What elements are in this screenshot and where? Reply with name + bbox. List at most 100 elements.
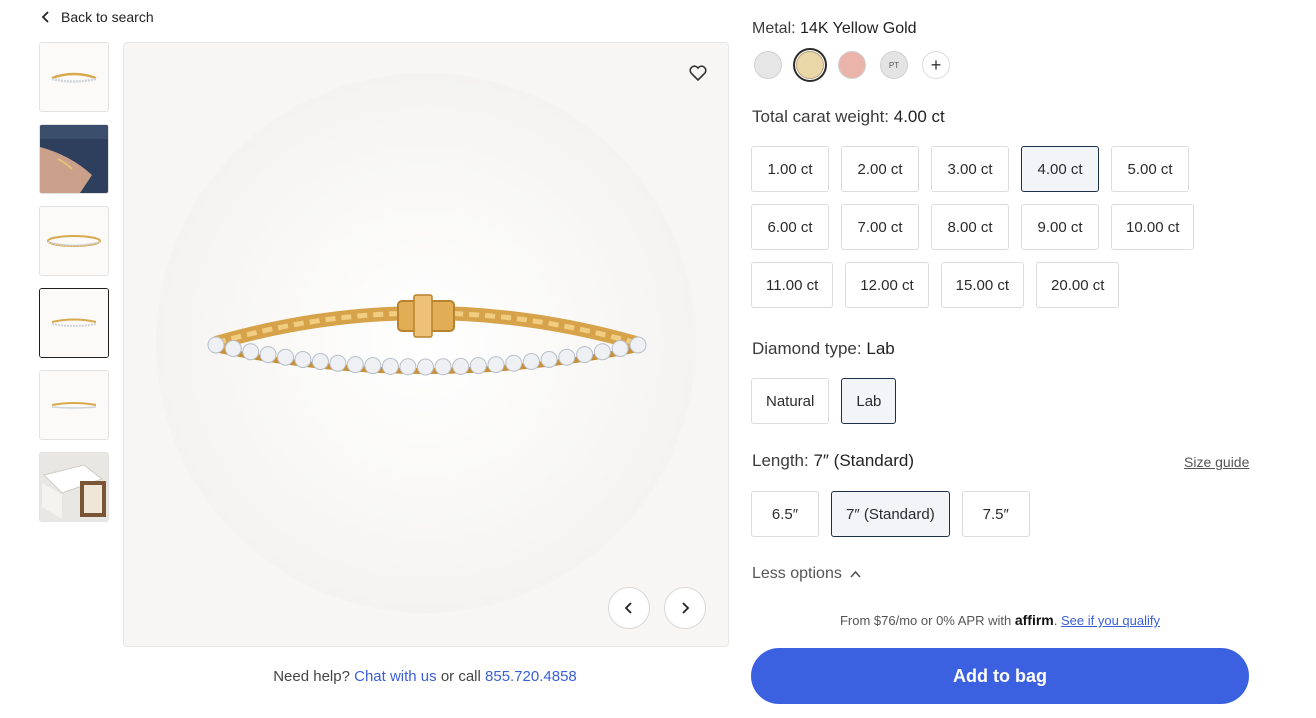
- diamond-type-option-1[interactable]: Natural: [751, 378, 830, 424]
- carat-option-12[interactable]: 12.00 ct: [845, 262, 929, 308]
- platinum-label: PT: [888, 60, 900, 70]
- metal-label: Metal:: [752, 20, 796, 37]
- thumbnail-3[interactable]: [39, 206, 109, 276]
- chevron-left-icon: [41, 11, 49, 23]
- plus-icon: +: [930, 54, 942, 75]
- diamond-stone: [487, 356, 505, 374]
- carat-option-7[interactable]: 7.00 ct: [841, 204, 919, 250]
- diamond-stone: [629, 336, 647, 354]
- thumbnail-list: [39, 42, 109, 534]
- diamond-stone: [207, 336, 225, 354]
- thumbnail-5[interactable]: [39, 370, 109, 440]
- diamond-stone: [277, 348, 294, 366]
- qualify-link[interactable]: See if you qualify: [1061, 613, 1160, 628]
- less-options-label: Less options: [752, 565, 842, 582]
- carat-option-14[interactable]: 20.00 ct: [1036, 262, 1120, 308]
- gift-box-thumbnail-image: [40, 453, 108, 521]
- chevron-right-icon: [682, 602, 690, 614]
- length-option-2[interactable]: 7″ (Standard): [831, 491, 950, 537]
- diamond-stone: [505, 354, 523, 372]
- diamond-stone: [311, 353, 329, 370]
- carat-option-13[interactable]: 15.00 ct: [940, 262, 1025, 308]
- financing-line: From $76/mo or 0% APR with affirm. See i…: [839, 612, 1160, 628]
- bracelet-angle-thumbnail-image: [40, 207, 108, 275]
- bracelet-thumbnail-image: [40, 43, 108, 111]
- bracelet-image: [156, 73, 696, 613]
- carat-option-3[interactable]: 3.00 ct: [931, 146, 1009, 192]
- carat-option-5[interactable]: 5.00 ct: [1111, 146, 1189, 192]
- length-heading: Length: 7″ (Standard): [752, 451, 914, 471]
- bracelet-thumbnail-image: [40, 289, 108, 357]
- add-to-bag-button[interactable]: Add to bag: [751, 648, 1249, 704]
- diamond-stone: [576, 346, 594, 364]
- back-label: Back to search: [61, 9, 154, 25]
- length-option-1[interactable]: 6.5″: [751, 491, 819, 537]
- diamond-stone: [417, 358, 434, 376]
- help-middle: or call: [440, 668, 481, 685]
- metal-value: 14K Yellow Gold: [800, 20, 917, 37]
- swatch-yellow-gold[interactable]: [793, 48, 827, 82]
- phone-link[interactable]: 855.720.4858: [485, 668, 577, 685]
- diamond-stone: [540, 351, 558, 368]
- swatch-rose-gold[interactable]: [838, 51, 866, 79]
- diamond-heading: Diamond type: Lab: [752, 339, 895, 359]
- main-product-image[interactable]: [123, 42, 729, 647]
- length-option-3[interactable]: 7.5″: [961, 491, 1030, 537]
- diamond-stone: [294, 351, 312, 368]
- length-value: 7″ (Standard): [813, 451, 914, 470]
- diamond-stone: [611, 340, 629, 357]
- diamond-stone: [558, 348, 576, 366]
- thumbnail-4-selected[interactable]: [39, 288, 109, 358]
- thumbnail-6[interactable]: [39, 452, 109, 522]
- size-guide-link[interactable]: Size guide: [1184, 454, 1249, 470]
- diamond-stone: [381, 357, 399, 375]
- swatch-white-gold[interactable]: [754, 51, 782, 79]
- diamond-type-option-2[interactable]: Lab: [841, 378, 897, 424]
- carat-label: Total carat weight:: [752, 107, 890, 126]
- wrist-thumbnail-image: [40, 125, 108, 193]
- chevron-up-icon: [850, 570, 861, 578]
- diamond-stone: [593, 343, 611, 361]
- chat-link[interactable]: Chat with us: [354, 668, 437, 685]
- diamond-options: Natural Lab: [751, 378, 1251, 424]
- diamond-stone: [346, 356, 364, 374]
- affirm-logo: affirm: [1014, 612, 1054, 628]
- diamond-stone: [469, 357, 487, 375]
- thumbnail-2[interactable]: [39, 124, 109, 194]
- carat-heading: Total carat weight: 4.00 ct: [752, 107, 945, 127]
- diamond-value: Lab: [866, 339, 895, 358]
- length-label: Length:: [752, 451, 809, 470]
- carat-option-10[interactable]: 10.00 ct: [1111, 204, 1195, 250]
- diamond-label: Diamond type:: [752, 339, 862, 358]
- previous-image-button[interactable]: [608, 587, 650, 629]
- carat-option-6[interactable]: 6.00 ct: [751, 204, 829, 250]
- diamond-stone: [224, 340, 242, 357]
- carat-option-9[interactable]: 9.00 ct: [1021, 204, 1099, 250]
- diamond-stone: [364, 357, 382, 375]
- diamond-stone: [399, 358, 417, 376]
- carat-option-1[interactable]: 1.00 ct: [751, 146, 829, 192]
- heart-icon[interactable]: [688, 63, 708, 83]
- more-metals-button[interactable]: +: [922, 51, 950, 79]
- length-options: 6.5″ 7″ (Standard) 7.5″: [751, 491, 1251, 537]
- carat-option-4[interactable]: 4.00 ct: [1021, 146, 1099, 192]
- metal-heading: Metal: 14K Yellow Gold: [752, 20, 917, 38]
- diamond-stone: [242, 343, 260, 361]
- diamond-stone: [522, 353, 540, 370]
- bracelet-flat-thumbnail-image: [40, 371, 108, 439]
- diamond-stone: [434, 358, 452, 376]
- diamond-stone: [329, 354, 347, 372]
- carat-option-8[interactable]: 8.00 ct: [931, 204, 1009, 250]
- carat-option-11[interactable]: 11.00 ct: [751, 262, 834, 308]
- next-image-button[interactable]: [664, 587, 706, 629]
- carat-option-2[interactable]: 2.00 ct: [841, 146, 919, 192]
- help-line: Need help? Chat with us or call 855.720.…: [123, 668, 727, 685]
- carat-options: 1.00 ct 2.00 ct 3.00 ct 4.00 ct 5.00 ct 6.00 …: [751, 146, 1251, 308]
- less-options-toggle[interactable]: Less options: [752, 565, 861, 583]
- metal-swatches: PT +: [754, 48, 950, 82]
- thumbnail-1[interactable]: [39, 42, 109, 112]
- carat-value: 4.00 ct: [893, 107, 945, 126]
- chevron-left-icon: [624, 602, 632, 614]
- swatch-platinum[interactable]: PT: [880, 51, 908, 79]
- back-to-search-link[interactable]: Back to search: [40, 9, 154, 25]
